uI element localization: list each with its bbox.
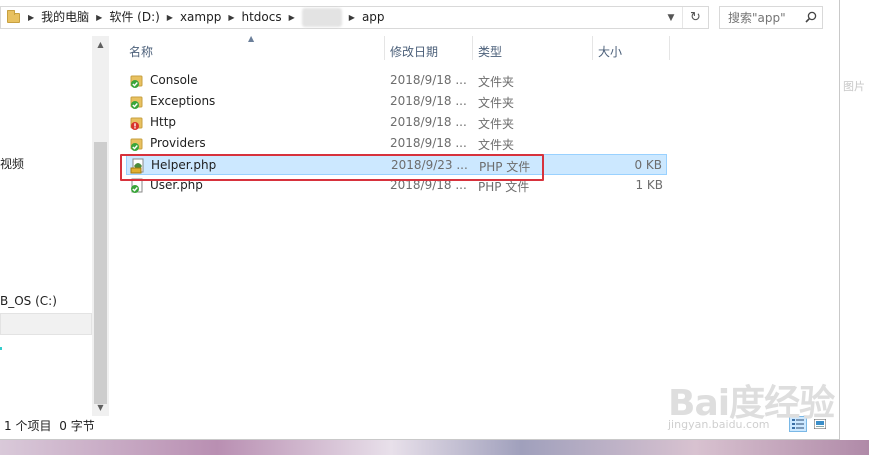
file-name: Providers xyxy=(150,136,206,150)
refresh-icon[interactable]: ↻ xyxy=(682,7,708,28)
folder-check-icon xyxy=(130,138,143,151)
column-divider[interactable] xyxy=(592,36,593,60)
file-date: 2018/9/18 ... xyxy=(390,115,467,129)
nav-item-videos[interactable]: 视频 xyxy=(0,155,24,172)
address-history-dropdown-icon[interactable]: ▼ xyxy=(662,7,680,28)
breadcrumb-my-computer[interactable]: 我的电脑 xyxy=(41,7,89,28)
column-header-date[interactable]: 修改日期 xyxy=(390,43,438,60)
breadcrumb-drive-d[interactable]: 软件 (D:) xyxy=(109,7,159,28)
address-bar[interactable]: ▶ 我的电脑 ▶ 软件 (D:) ▶ xampp ▶ htdocs ▶ ▶ ap… xyxy=(0,6,709,29)
scroll-up-icon[interactable]: ▲ xyxy=(92,36,109,53)
file-type: 文件夹 xyxy=(478,117,515,131)
column-header-name[interactable]: 名称 xyxy=(129,43,153,60)
nav-item-drive-c[interactable]: B_OS (C:) xyxy=(0,294,57,308)
folder-icon xyxy=(1,7,21,28)
file-size: 0 KB xyxy=(634,158,662,172)
file-type: 文件夹 xyxy=(478,75,515,89)
explorer-window: ▶ 我的电脑 ▶ 软件 (D:) ▶ xampp ▶ htdocs ▶ ▶ ap… xyxy=(0,0,840,440)
watermark-url: jingyan.baidu.com xyxy=(668,418,770,431)
background-window-label: 图片 xyxy=(843,80,865,93)
status-selected-size: 0 字节 xyxy=(59,419,95,433)
file-date: 2018/9/18 ... xyxy=(390,73,467,87)
column-divider[interactable] xyxy=(472,36,473,60)
desktop-background xyxy=(0,440,869,455)
nav-pin-marker xyxy=(0,347,2,350)
file-row-http[interactable]: Http 2018/9/18 ... 文件夹 xyxy=(126,112,667,133)
breadcrumb-redacted[interactable] xyxy=(301,8,342,27)
column-header-type[interactable]: 类型 xyxy=(478,43,502,60)
folder-error-icon xyxy=(130,117,143,130)
file-size: 1 KB xyxy=(635,178,663,192)
status-item-count: 1 个项目 xyxy=(4,419,52,433)
search-input[interactable] xyxy=(720,7,804,28)
folder-check-icon xyxy=(130,96,143,109)
sort-ascending-icon: ▲ xyxy=(248,34,255,43)
chevron-right-icon[interactable]: ▶ xyxy=(342,7,362,28)
chevron-right-icon[interactable]: ▶ xyxy=(282,7,302,28)
file-type: 文件夹 xyxy=(478,138,515,152)
file-row-exceptions[interactable]: Exceptions 2018/9/18 ... 文件夹 xyxy=(126,91,667,112)
file-name: Http xyxy=(150,115,177,129)
scrollbar-thumb[interactable] xyxy=(94,142,107,404)
breadcrumb-app[interactable]: app xyxy=(362,7,385,28)
breadcrumb-xampp[interactable]: xampp xyxy=(180,7,221,28)
chevron-right-icon[interactable]: ▶ xyxy=(221,7,241,28)
chevron-right-icon[interactable]: ▶ xyxy=(89,7,109,28)
status-bar: 1 个项目 0 字节 xyxy=(4,417,99,434)
column-divider[interactable] xyxy=(384,36,385,60)
scroll-down-icon[interactable]: ▼ xyxy=(92,399,109,416)
folder-check-icon xyxy=(130,75,143,88)
column-header-size[interactable]: 大小 xyxy=(598,43,622,60)
search-icon[interactable] xyxy=(805,11,817,23)
file-name: Console xyxy=(150,73,198,87)
chevron-right-icon[interactable]: ▶ xyxy=(160,7,180,28)
nav-scrollbar[interactable]: ▲ ▼ xyxy=(92,36,109,416)
column-divider[interactable] xyxy=(669,36,670,60)
file-date: 2018/9/18 ... xyxy=(390,94,467,108)
chevron-right-icon[interactable]: ▶ xyxy=(21,7,41,28)
file-type: 文件夹 xyxy=(478,96,515,110)
file-row-providers[interactable]: Providers 2018/9/18 ... 文件夹 xyxy=(126,133,667,154)
nav-item-selected-bg xyxy=(0,313,92,335)
file-row-console[interactable]: Console 2018/9/18 ... 文件夹 xyxy=(126,70,667,91)
breadcrumb-htdocs[interactable]: htdocs xyxy=(242,7,282,28)
highlight-annotation-box xyxy=(120,154,544,181)
file-name: Exceptions xyxy=(150,94,216,108)
file-date: 2018/9/18 ... xyxy=(390,136,467,150)
search-box[interactable] xyxy=(719,6,823,29)
